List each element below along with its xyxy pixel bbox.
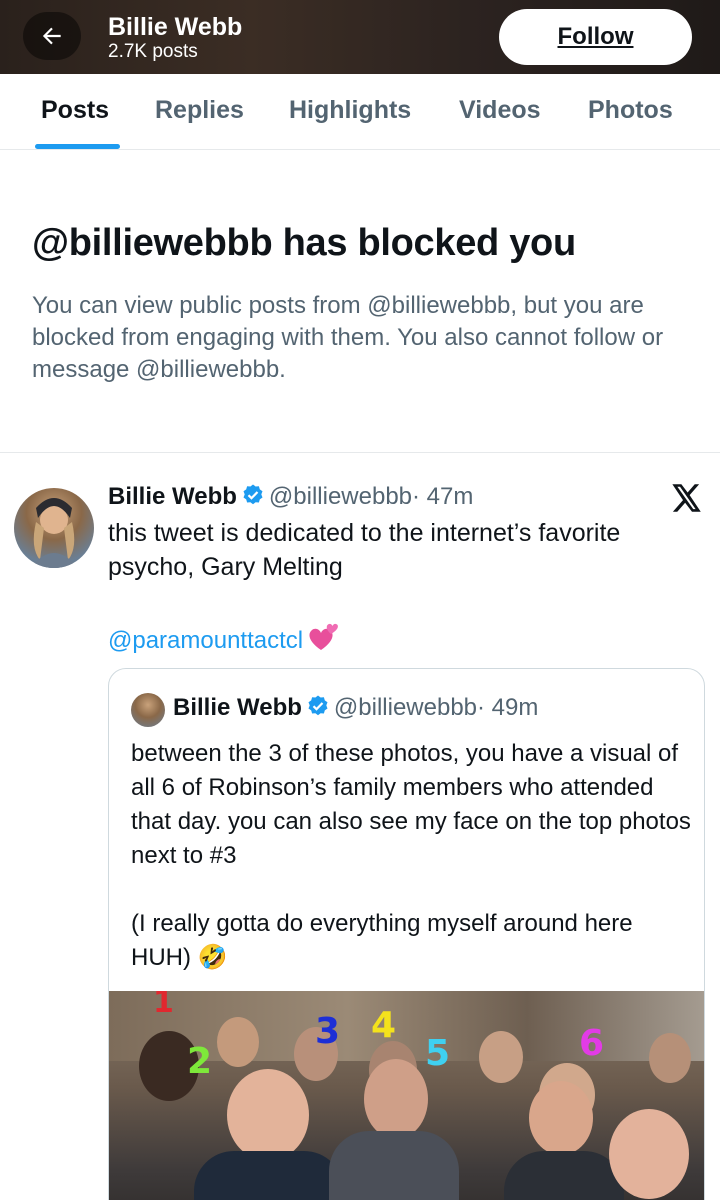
blocked-description: You can view public posts from @billiewe… xyxy=(32,292,664,383)
photo-person xyxy=(609,1109,689,1199)
tweet-text: this tweet is dedicated to the internet’… xyxy=(108,519,621,581)
x-logo-icon xyxy=(672,484,701,512)
profile-header: Billie Webb 2.7K posts Follow xyxy=(0,0,720,74)
profile-name: Billie Webb xyxy=(108,13,243,41)
photo-person xyxy=(649,1033,691,1083)
divider xyxy=(0,452,720,453)
tab-highlights[interactable]: Highlights xyxy=(289,96,411,125)
quoted-paragraph-1: between the 3 of these photos, you have … xyxy=(131,740,691,869)
photo-person xyxy=(529,1081,593,1155)
photo-mark-5: 5 xyxy=(425,1033,451,1074)
quoted-avatar xyxy=(131,693,165,727)
post-count: 2.7K posts xyxy=(108,41,198,62)
quoted-header: Billie Webb @billiewebbb· 49m xyxy=(173,693,538,723)
quoted-handle: @billiewebbb xyxy=(333,694,478,721)
photo-person xyxy=(217,1017,259,1067)
arrow-left-icon xyxy=(42,27,61,45)
tweet-handle[interactable]: @billiewebbb xyxy=(269,483,412,510)
active-tab-indicator xyxy=(35,144,120,149)
photo-mark-2: 2 xyxy=(187,1041,213,1082)
photo-person xyxy=(364,1059,428,1139)
tab-replies[interactable]: Replies xyxy=(155,96,244,125)
photo-mark-4: 4 xyxy=(371,1005,397,1046)
tab-videos[interactable]: Videos xyxy=(459,96,541,125)
quoted-text: between the 3 of these photos, you have … xyxy=(131,737,691,975)
verified-badge-icon xyxy=(243,484,263,505)
quoted-time: · 49m xyxy=(477,694,539,721)
quoted-tweet[interactable]: Billie Webb @billiewebbb· 49m between the… xyxy=(108,668,705,1200)
quoted-paragraph-2: (I really gotta do everything myself aro… xyxy=(131,910,633,971)
quoted-author-name: Billie Webb xyxy=(173,694,302,721)
photo-person xyxy=(227,1069,309,1161)
quoted-photo[interactable]: 1 2 3 4 5 6 xyxy=(109,991,704,1200)
avatar[interactable] xyxy=(14,488,94,568)
two-hearts-icon xyxy=(309,623,339,650)
photo-person xyxy=(329,1131,459,1200)
photo-person xyxy=(504,1151,624,1200)
follow-button[interactable]: Follow xyxy=(499,9,692,65)
tweet-author-name[interactable]: Billie Webb xyxy=(108,483,237,510)
back-button[interactable] xyxy=(23,12,81,60)
blocked-title: @billiewebbb has blocked you xyxy=(32,222,576,264)
photo-person xyxy=(479,1031,523,1083)
mention-text[interactable]: @paramounttactcl xyxy=(108,627,303,654)
tab-posts[interactable]: Posts xyxy=(41,96,109,125)
tweet-time: · 47m xyxy=(412,483,474,510)
tab-photos[interactable]: Photos xyxy=(588,96,673,125)
photo-mark-3: 3 xyxy=(315,1011,341,1052)
mention-link[interactable]: @paramounttactcl xyxy=(108,622,339,655)
photo-person xyxy=(194,1151,344,1200)
avatar-photo xyxy=(30,498,78,568)
photo-mark-6: 6 xyxy=(579,1023,605,1064)
photo-mark-1: 1 xyxy=(153,991,174,1020)
verified-badge-icon xyxy=(308,695,328,716)
tweet-header: Billie Webb @billiewebbb· 47m xyxy=(108,482,473,512)
profile-tabs: Posts Replies Highlights Videos Photos xyxy=(0,74,720,150)
